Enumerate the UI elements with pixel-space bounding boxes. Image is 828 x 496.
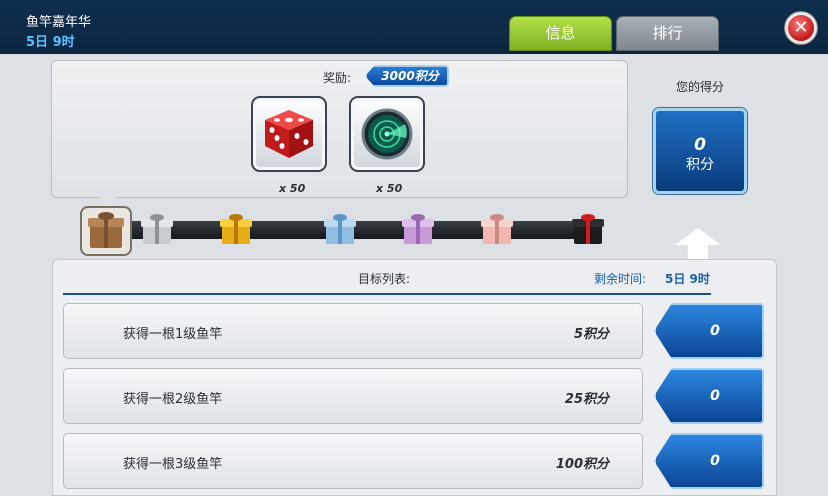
blue-gift-icon[interactable] <box>324 214 356 246</box>
reward-item-dice[interactable] <box>251 96 327 172</box>
goal-progress-badge: 0 <box>654 433 764 489</box>
purple-gift-icon[interactable] <box>402 214 434 246</box>
panel-pointer <box>99 196 117 205</box>
score-box: 0 积分 <box>653 108 747 194</box>
score-value: 0 <box>694 135 706 155</box>
goal-progress-badge: 0 <box>654 303 764 359</box>
event-time: 5日 9时 <box>26 35 75 50</box>
goal-row[interactable]: 获得一根1级鱼竿 5积分 <box>63 303 643 359</box>
reward-points-badge: 3000积分 <box>365 65 449 87</box>
current-tier-frame[interactable] <box>80 206 132 256</box>
reward-label: 奖励: <box>323 71 352 85</box>
gold-gift-icon[interactable] <box>220 214 252 246</box>
remaining-time-label: 剩余时间: <box>594 272 647 286</box>
tab-ranking[interactable]: 排行 <box>616 16 719 51</box>
remaining-time-value: 5日 9时 <box>665 272 710 286</box>
pink-gift-icon[interactable] <box>481 214 513 246</box>
reward-item-radar[interactable] <box>349 96 425 172</box>
goal-text: 获得一根3级鱼竿 <box>123 457 223 472</box>
score-label: 您的得分 <box>676 80 725 94</box>
red-dice-icon <box>265 110 313 158</box>
goal-row[interactable]: 获得一根2级鱼竿 25积分 <box>63 368 643 424</box>
wooden-gift-icon <box>88 212 124 250</box>
silver-gift-icon[interactable] <box>141 214 173 246</box>
goal-points: 5积分 <box>573 327 609 342</box>
goals-title: 目标列表: <box>358 272 411 286</box>
goal-progress-badge: 0 <box>654 368 764 424</box>
goal-row[interactable]: 获得一根3级鱼竿 100积分 <box>63 433 643 489</box>
goal-points: 25积分 <box>564 392 609 407</box>
close-icon[interactable]: ✕ <box>785 12 817 44</box>
goal-points: 100积分 <box>555 457 609 472</box>
event-title: 鱼竿嘉年华 <box>26 15 92 30</box>
black-gift-icon[interactable] <box>572 214 604 246</box>
reward-item-quantity: x 50 <box>279 182 306 195</box>
goal-text: 获得一根1级鱼竿 <box>123 327 223 342</box>
score-unit: 积分 <box>686 157 714 173</box>
tab-info[interactable]: 信息 <box>509 16 612 51</box>
top-header-bar: 鱼竿嘉年华 5日 9时 信息 排行 ✕ <box>0 0 828 54</box>
radar-sonar-icon <box>361 108 413 160</box>
reward-item-quantity: x 50 <box>376 182 403 195</box>
goals-divider <box>63 293 711 295</box>
goal-text: 获得一根2级鱼竿 <box>123 392 223 407</box>
